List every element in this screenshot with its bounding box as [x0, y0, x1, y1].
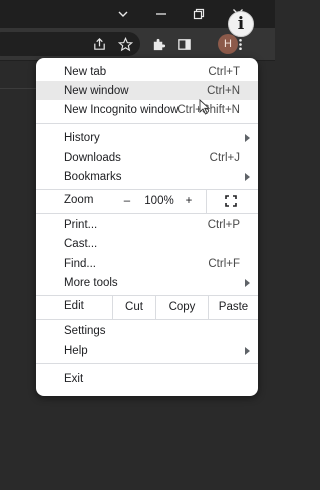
- menu-label: Find...: [64, 257, 96, 270]
- menu-item-new-tab[interactable]: New tab Ctrl+T: [36, 62, 258, 81]
- menu-divider: [36, 319, 258, 320]
- zoom-divider: [206, 189, 207, 213]
- zoom-label: Zoom: [64, 194, 94, 206]
- profile-avatar[interactable]: H: [218, 34, 238, 54]
- menu-item-more-tools[interactable]: More tools: [36, 273, 258, 292]
- menu-item-settings[interactable]: Settings: [36, 321, 258, 340]
- submenu-arrow-icon: [245, 278, 250, 287]
- extensions-puzzle-icon[interactable]: [147, 33, 169, 55]
- menu-item-find[interactable]: Find... Ctrl+F: [36, 254, 258, 273]
- zoom-out-button[interactable]: –: [116, 189, 138, 213]
- menu-divider: [36, 363, 258, 364]
- menu-shortcut: Ctrl+T: [208, 65, 240, 78]
- zoom-row: Zoom – 100% +: [36, 189, 258, 213]
- menu-label: Settings: [64, 324, 106, 337]
- menu-label: New tab: [64, 65, 107, 78]
- menu-label: Downloads: [64, 151, 121, 164]
- chevron-down-icon[interactable]: [110, 3, 136, 25]
- menu-shortcut: Ctrl+F: [208, 257, 240, 270]
- submenu-arrow-icon: [245, 133, 250, 142]
- menu-divider: [36, 213, 258, 214]
- menu-item-help[interactable]: Help: [36, 341, 258, 360]
- menu-shortcut: Ctrl+J: [209, 151, 240, 164]
- menu-item-cast[interactable]: Cast...: [36, 234, 258, 253]
- edit-row: Edit Cut Copy Paste: [36, 295, 258, 319]
- menu-label: Exit: [64, 372, 84, 385]
- info-icon[interactable]: i: [228, 11, 254, 37]
- menu-label: Cast...: [64, 237, 98, 250]
- menu-shortcut: Ctrl+P: [207, 218, 240, 231]
- menu-label: Help: [64, 344, 88, 357]
- side-panel-icon[interactable]: [173, 33, 195, 55]
- paste-button[interactable]: Paste: [209, 295, 258, 319]
- restore-icon[interactable]: [186, 3, 212, 25]
- menu-item-new-window[interactable]: New window Ctrl+N: [36, 81, 258, 100]
- menu-label: More tools: [64, 276, 118, 289]
- cut-button[interactable]: Cut: [113, 295, 155, 319]
- menu-item-print[interactable]: Print... Ctrl+P: [36, 215, 258, 234]
- edit-label: Edit: [64, 300, 84, 312]
- fullscreen-icon[interactable]: [216, 189, 246, 213]
- menu-item-exit[interactable]: Exit: [36, 369, 258, 388]
- menu-label: Bookmarks: [64, 170, 122, 183]
- submenu-arrow-icon: [245, 346, 250, 355]
- menu-item-bookmarks[interactable]: Bookmarks: [36, 167, 258, 186]
- submenu-arrow-icon: [245, 172, 250, 181]
- star-bookmark-icon[interactable]: [114, 33, 136, 55]
- menu-label: History: [64, 131, 100, 144]
- menu-label: New window: [64, 84, 129, 97]
- mouse-cursor-icon: [199, 99, 211, 115]
- menu-label: New Incognito window: [64, 103, 179, 116]
- menu-divider: [36, 123, 258, 124]
- copy-button[interactable]: Copy: [156, 295, 208, 319]
- zoom-level-value: 100%: [144, 195, 174, 207]
- menu-label: Print...: [64, 218, 98, 231]
- menu-item-new-incognito-window[interactable]: New Incognito window Ctrl+Shift+N: [36, 100, 258, 119]
- share-icon[interactable]: [88, 33, 110, 55]
- zoom-in-button[interactable]: +: [178, 189, 200, 213]
- chrome-main-menu: New tab Ctrl+T New window Ctrl+N New Inc…: [36, 58, 258, 396]
- page-edge-line: [0, 88, 36, 89]
- minimize-icon[interactable]: [148, 3, 174, 25]
- menu-item-downloads[interactable]: Downloads Ctrl+J: [36, 148, 258, 167]
- menu-shortcut: Ctrl+N: [207, 84, 240, 97]
- menu-item-history[interactable]: History: [36, 128, 258, 147]
